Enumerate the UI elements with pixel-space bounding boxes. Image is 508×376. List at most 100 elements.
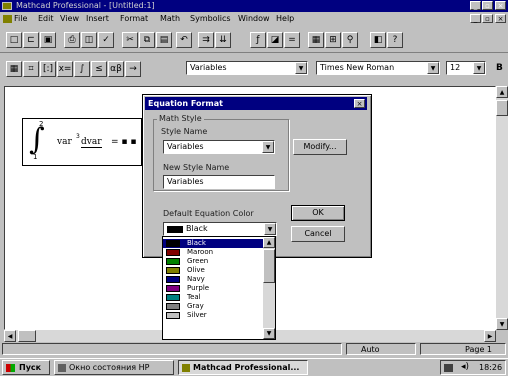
new-style-name-input[interactable]: Variables xyxy=(163,175,275,189)
spell-check-icon[interactable]: ✓ xyxy=(98,32,114,48)
close-button[interactable]: × xyxy=(495,1,506,10)
color-option[interactable]: Maroon xyxy=(163,248,263,257)
status-mode: Auto xyxy=(346,343,416,355)
color-option[interactable]: Green xyxy=(163,257,263,266)
minimize-button[interactable]: _ xyxy=(470,1,481,10)
menu-file[interactable]: File xyxy=(14,12,27,26)
chevron-down-icon[interactable]: ▼ xyxy=(264,223,276,235)
insert-function-icon[interactable]: ƒ xyxy=(250,32,266,48)
save-icon[interactable]: ▣ xyxy=(40,32,56,48)
insert-unit-icon[interactable]: ◪ xyxy=(267,32,283,48)
chevron-down-icon[interactable]: ▼ xyxy=(295,62,307,74)
chevron-down-icon[interactable]: ▼ xyxy=(427,62,439,74)
clock: 18:26 xyxy=(479,363,503,372)
doc-restore-button[interactable]: ▫ xyxy=(482,14,493,23)
differential: dvar xyxy=(81,137,102,148)
graph-palette-icon[interactable]: ⌗ xyxy=(23,61,39,77)
help-icon[interactable]: ? xyxy=(387,32,403,48)
cancel-button[interactable]: Cancel xyxy=(291,226,345,242)
color-option[interactable]: Black xyxy=(163,239,263,248)
style-select[interactable]: Variables ▼ xyxy=(186,61,308,75)
calculate-icon[interactable]: = xyxy=(284,32,300,48)
scroll-left-icon[interactable]: ◀ xyxy=(4,330,16,342)
new-icon[interactable]: □ xyxy=(6,32,22,48)
maximize-button[interactable]: ▫ xyxy=(482,1,493,10)
color-option[interactable]: Gray xyxy=(163,302,263,311)
modify-button[interactable]: Modify... xyxy=(293,139,347,155)
bold-icon[interactable]: B xyxy=(496,63,503,73)
resource-center-icon[interactable]: ◧ xyxy=(370,32,386,48)
dialog-title: Equation Format xyxy=(148,99,223,108)
color-option[interactable]: Olive xyxy=(163,266,263,275)
print-icon[interactable]: ⎙ xyxy=(64,32,80,48)
color-dropdown-list[interactable]: Black Maroon Green Olive Navy Purple Teal Gray S… xyxy=(162,236,276,340)
system-tray: ◂) 18:26 xyxy=(440,360,506,375)
menu-math[interactable]: Math xyxy=(160,12,180,26)
cut-icon[interactable]: ✂ xyxy=(122,32,138,48)
app-icon[interactable] xyxy=(2,2,12,10)
style-select-value: Variables xyxy=(190,63,227,72)
speaker-icon[interactable]: ◂) xyxy=(461,362,469,372)
ok-button[interactable]: OK xyxy=(291,205,345,221)
color-option[interactable]: Navy xyxy=(163,275,263,284)
align-across-icon[interactable]: ⇉ xyxy=(198,32,214,48)
scroll-up-icon[interactable]: ▲ xyxy=(496,86,508,98)
calculator-palette-icon[interactable]: ▦ xyxy=(6,61,22,77)
evaluation-palette-icon[interactable]: x= xyxy=(57,61,73,77)
equation-color-select[interactable]: Black ▼ xyxy=(163,222,277,236)
menu-edit[interactable]: Edit xyxy=(38,12,54,26)
scroll-thumb[interactable] xyxy=(18,330,36,342)
close-icon[interactable]: × xyxy=(354,99,365,108)
task-button-hp[interactable]: Окно состояния HP xyxy=(54,360,174,375)
symbolic-palette-icon[interactable]: → xyxy=(125,61,141,77)
tray-icon[interactable] xyxy=(444,364,453,372)
scroll-right-icon[interactable]: ▶ xyxy=(484,330,496,342)
matrix-palette-icon[interactable]: [:] xyxy=(40,61,56,77)
scroll-thumb[interactable] xyxy=(263,249,275,283)
scroll-down-icon[interactable]: ▼ xyxy=(496,318,508,330)
style-name-select[interactable]: Variables ▼ xyxy=(163,140,275,154)
menu-help[interactable]: Help xyxy=(276,12,294,26)
default-color-label: Default Equation Color xyxy=(163,209,254,218)
color-option-label: Olive xyxy=(187,266,205,274)
color-swatch xyxy=(166,240,180,247)
doc-minimize-button[interactable]: _ xyxy=(470,14,481,23)
result-placeholder: = ▪ ▪ xyxy=(111,137,137,147)
font-size-select[interactable]: 12 ▼ xyxy=(446,61,486,75)
copy-icon[interactable]: ⧉ xyxy=(139,32,155,48)
doc-icon[interactable] xyxy=(3,15,12,23)
color-option[interactable]: Silver xyxy=(163,311,263,320)
undo-icon[interactable]: ↶ xyxy=(176,32,192,48)
math-region[interactable]: ∫ 2 1 var 3 dvar = ▪ ▪ xyxy=(22,118,142,166)
calculus-palette-icon[interactable]: ∫ xyxy=(74,61,90,77)
doc-close-button[interactable]: × xyxy=(495,14,506,23)
scroll-down-icon[interactable]: ▼ xyxy=(263,328,275,339)
taskbar: Пуск Окно состояния HP Mathcad Professio… xyxy=(0,358,508,376)
print-preview-icon[interactable]: ◫ xyxy=(81,32,97,48)
color-swatch xyxy=(166,294,180,301)
task-button-mathcad[interactable]: Mathcad Professional... xyxy=(178,360,308,375)
menu-format[interactable]: Format xyxy=(120,12,148,26)
boolean-palette-icon[interactable]: ≤ xyxy=(91,61,107,77)
start-button[interactable]: Пуск xyxy=(2,360,50,375)
scroll-thumb[interactable] xyxy=(496,100,508,116)
chevron-down-icon[interactable]: ▼ xyxy=(473,62,485,74)
menu-view[interactable]: View xyxy=(60,12,79,26)
component-icon[interactable]: ⚲ xyxy=(342,32,358,48)
paste-icon[interactable]: ▤ xyxy=(156,32,172,48)
menu-symbolics[interactable]: Symbolics xyxy=(190,12,231,26)
insert-graph-icon[interactable]: ▦ xyxy=(308,32,324,48)
menu-window[interactable]: Window xyxy=(238,12,270,26)
insert-matrix-icon[interactable]: ⊞ xyxy=(325,32,341,48)
vertical-scrollbar[interactable]: ▲ ▼ xyxy=(496,86,508,330)
open-icon[interactable]: ⊏ xyxy=(23,32,39,48)
menu-insert[interactable]: Insert xyxy=(86,12,109,26)
list-scrollbar[interactable]: ▲ ▼ xyxy=(263,237,275,339)
chevron-down-icon[interactable]: ▼ xyxy=(262,141,274,153)
color-option[interactable]: Purple xyxy=(163,284,263,293)
scroll-up-icon[interactable]: ▲ xyxy=(263,237,275,248)
align-down-icon[interactable]: ⇊ xyxy=(215,32,231,48)
color-option[interactable]: Teal xyxy=(163,293,263,302)
programming-palette-icon[interactable]: αβ xyxy=(108,61,124,77)
font-select[interactable]: Times New Roman ▼ xyxy=(316,61,440,75)
